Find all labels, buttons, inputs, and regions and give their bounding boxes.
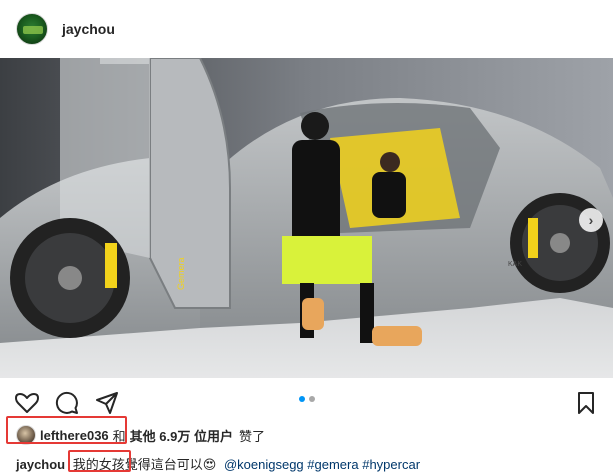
bookmark-icon [578, 392, 594, 414]
car-photo-illustration: Gemera KAK [0, 58, 613, 378]
share-button[interactable] [92, 388, 122, 418]
likes-others-link[interactable]: 其他 6.9万 位用户 [130, 426, 233, 445]
likes-suffix: 赞了 [238, 428, 265, 444]
badge-text: KAK [508, 261, 522, 268]
post-username[interactable]: jaychou [62, 21, 115, 37]
post-header: jaychou [0, 0, 613, 58]
caption-hashtag[interactable]: #gemera [307, 457, 358, 472]
carousel-dot-active [298, 396, 305, 402]
like-button[interactable] [12, 388, 42, 418]
carousel-indicator [0, 396, 613, 402]
carousel-dot [308, 396, 315, 402]
caption-text: 覺得這台可以😍 [124, 457, 217, 472]
heart-icon [15, 393, 39, 413]
car-model-text: Gemera [176, 257, 186, 290]
highlight-box-liker [6, 416, 127, 444]
carousel-next-button[interactable]: › [579, 208, 603, 232]
highlight-box-caption [68, 450, 131, 472]
caption-hashtag[interactable]: #hypercar [362, 457, 420, 472]
comment-icon [55, 391, 78, 414]
save-button[interactable] [571, 388, 601, 418]
caption-username[interactable]: jaychou [16, 457, 65, 472]
comment-button[interactable] [52, 388, 82, 418]
post-photo[interactable]: Gemera KAK › [0, 58, 613, 378]
send-icon [96, 392, 118, 414]
caption-mention[interactable]: @koenigsegg [224, 457, 304, 472]
avatar[interactable] [16, 13, 48, 45]
